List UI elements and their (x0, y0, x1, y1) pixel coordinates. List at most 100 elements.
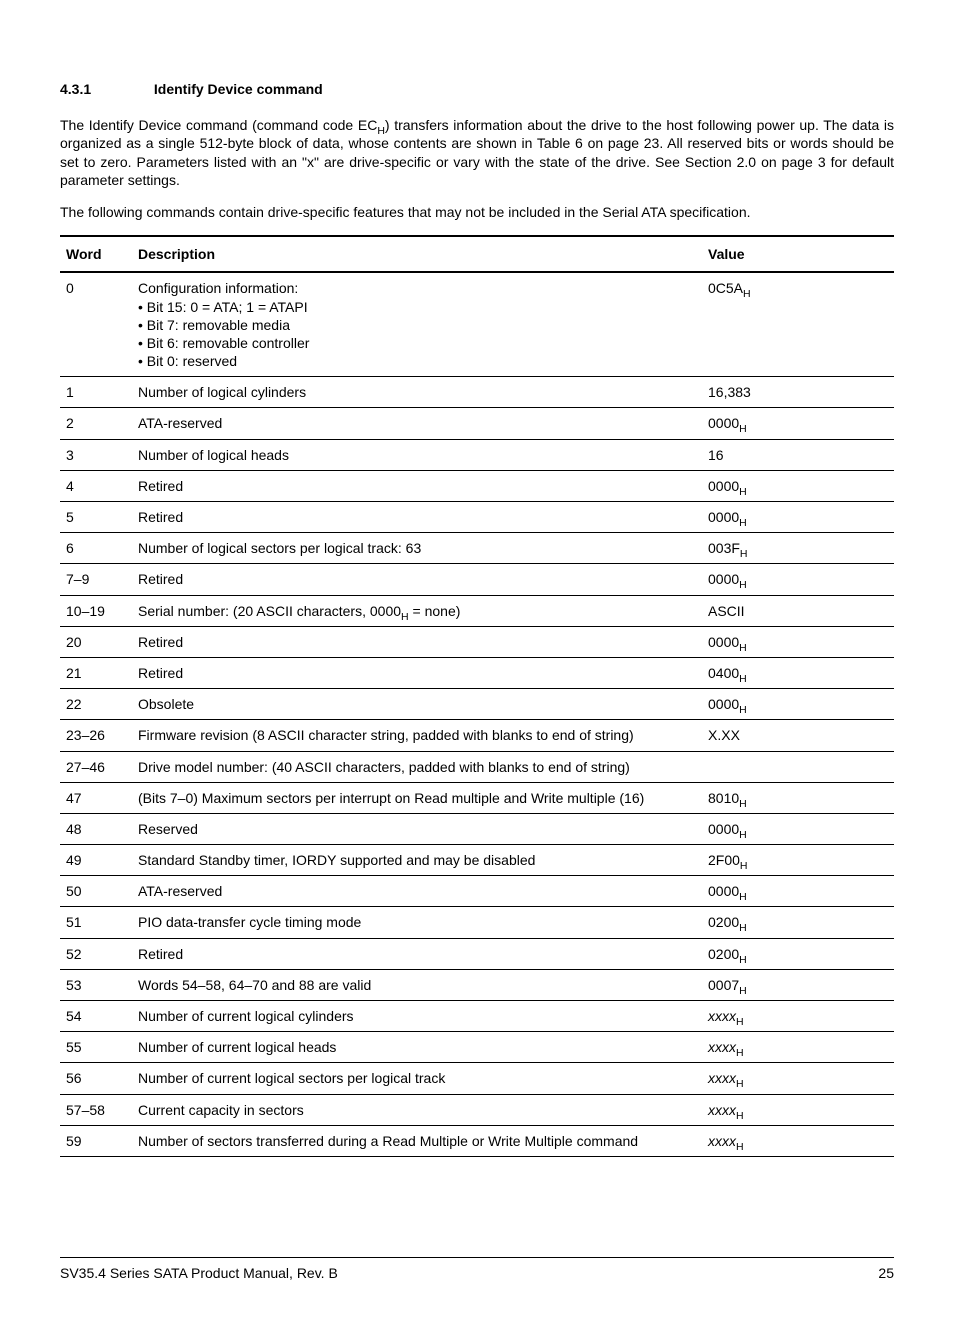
cell-description: Number of logical heads (132, 439, 702, 470)
table-row: 54Number of current logical cylindersxxx… (60, 1001, 894, 1032)
cell-value: 0200H (702, 907, 894, 938)
cell-description: Obsolete (132, 689, 702, 720)
table-row: 59Number of sectors transferred during a… (60, 1125, 894, 1156)
col-description: Description (132, 236, 702, 272)
col-value: Value (702, 236, 894, 272)
paragraph-1: The Identify Device command (command cod… (60, 116, 894, 189)
section-title: Identify Device command (154, 81, 323, 97)
cell-word: 54 (60, 1001, 132, 1032)
cell-value: 0000H (702, 689, 894, 720)
cell-description: Retired (132, 502, 702, 533)
cell-description: Retired (132, 564, 702, 595)
cell-value: 003FH (702, 533, 894, 564)
cell-description: Retired (132, 938, 702, 969)
table-row: 23–26Firmware revision (8 ASCII characte… (60, 720, 894, 751)
cell-word: 23–26 (60, 720, 132, 751)
cell-value: 16,383 (702, 377, 894, 408)
cell-description: Number of current logical heads (132, 1032, 702, 1063)
col-word: Word (60, 236, 132, 272)
table-row: 21Retired0400H (60, 657, 894, 688)
cell-value: xxxxH (702, 1032, 894, 1063)
table-row: 49Standard Standby timer, IORDY supporte… (60, 845, 894, 876)
section-heading: 4.3.1 Identify Device command (60, 80, 894, 98)
cell-value: 0000H (702, 502, 894, 533)
table-row: 50ATA-reserved0000H (60, 876, 894, 907)
table-header-row: Word Description Value (60, 236, 894, 272)
cell-description: Words 54–58, 64–70 and 88 are valid (132, 969, 702, 1000)
cell-description: Number of logical sectors per logical tr… (132, 533, 702, 564)
cell-value: 8010H (702, 782, 894, 813)
cell-value: 0000H (702, 470, 894, 501)
cell-word: 49 (60, 845, 132, 876)
cell-value: 0000H (702, 626, 894, 657)
table-row: 56Number of current logical sectors per … (60, 1063, 894, 1094)
cell-description: Retired (132, 657, 702, 688)
cell-value: ASCII (702, 595, 894, 626)
cell-value: 0000H (702, 564, 894, 595)
cell-word: 47 (60, 782, 132, 813)
cell-value: 16 (702, 439, 894, 470)
footer-left: SV35.4 Series SATA Product Manual, Rev. … (60, 1264, 338, 1282)
cell-description: Current capacity in sectors (132, 1094, 702, 1125)
table-row: 53Words 54–58, 64–70 and 88 are valid000… (60, 969, 894, 1000)
cell-description: Retired (132, 470, 702, 501)
cell-word: 27–46 (60, 751, 132, 782)
cell-word: 0 (60, 272, 132, 376)
cell-description: PIO data-transfer cycle timing mode (132, 907, 702, 938)
cell-description: Serial number: (20 ASCII characters, 000… (132, 595, 702, 626)
cell-value: X.XX (702, 720, 894, 751)
cell-value: xxxxH (702, 1094, 894, 1125)
cell-word: 5 (60, 502, 132, 533)
table-row: 48Reserved0000H (60, 813, 894, 844)
cell-description: Drive model number: (40 ASCII characters… (132, 751, 702, 782)
cell-word: 20 (60, 626, 132, 657)
cell-word: 57–58 (60, 1094, 132, 1125)
identify-device-table: Word Description Value 0Configuration in… (60, 235, 894, 1157)
table-row: 20Retired0000H (60, 626, 894, 657)
cell-description: Number of logical cylinders (132, 377, 702, 408)
cell-description: ATA-reserved (132, 408, 702, 439)
cell-value: 0000H (702, 813, 894, 844)
footer-right: 25 (878, 1264, 894, 1282)
cell-value: 0000H (702, 876, 894, 907)
cell-value: 0000H (702, 408, 894, 439)
cell-word: 52 (60, 938, 132, 969)
table-row: 3Number of logical heads16 (60, 439, 894, 470)
cell-word: 6 (60, 533, 132, 564)
cell-word: 22 (60, 689, 132, 720)
table-row: 57–58Current capacity in sectorsxxxxH (60, 1094, 894, 1125)
cell-description: Configuration information:Bit 15: 0 = AT… (132, 272, 702, 376)
cell-word: 50 (60, 876, 132, 907)
section-number: 4.3.1 (60, 80, 150, 98)
cell-word: 1 (60, 377, 132, 408)
cell-description: Retired (132, 626, 702, 657)
cell-value: 0C5AH (702, 272, 894, 376)
table-row: 5Retired0000H (60, 502, 894, 533)
cell-value: xxxxH (702, 1001, 894, 1032)
table-row: 2ATA-reserved0000H (60, 408, 894, 439)
table-row: 4Retired0000H (60, 470, 894, 501)
cell-description: Number of current logical sectors per lo… (132, 1063, 702, 1094)
cell-word: 51 (60, 907, 132, 938)
table-row: 0Configuration information:Bit 15: 0 = A… (60, 272, 894, 376)
cell-description: Reserved (132, 813, 702, 844)
cell-word: 59 (60, 1125, 132, 1156)
cell-value: 2F00H (702, 845, 894, 876)
cell-word: 3 (60, 439, 132, 470)
paragraph-2: The following commands contain drive-spe… (60, 203, 894, 221)
cell-word: 56 (60, 1063, 132, 1094)
table-row: 52Retired0200H (60, 938, 894, 969)
cell-description: ATA-reserved (132, 876, 702, 907)
cell-value: 0200H (702, 938, 894, 969)
cell-value: 0007H (702, 969, 894, 1000)
cell-description: Number of sectors transferred during a R… (132, 1125, 702, 1156)
table-row: 1Number of logical cylinders16,383 (60, 377, 894, 408)
cell-word: 7–9 (60, 564, 132, 595)
table-row: 27–46Drive model number: (40 ASCII chara… (60, 751, 894, 782)
cell-value: xxxxH (702, 1125, 894, 1156)
cell-word: 10–19 (60, 595, 132, 626)
cell-value: 0400H (702, 657, 894, 688)
cell-word: 48 (60, 813, 132, 844)
table-row: 6Number of logical sectors per logical t… (60, 533, 894, 564)
table-row: 47(Bits 7–0) Maximum sectors per interru… (60, 782, 894, 813)
